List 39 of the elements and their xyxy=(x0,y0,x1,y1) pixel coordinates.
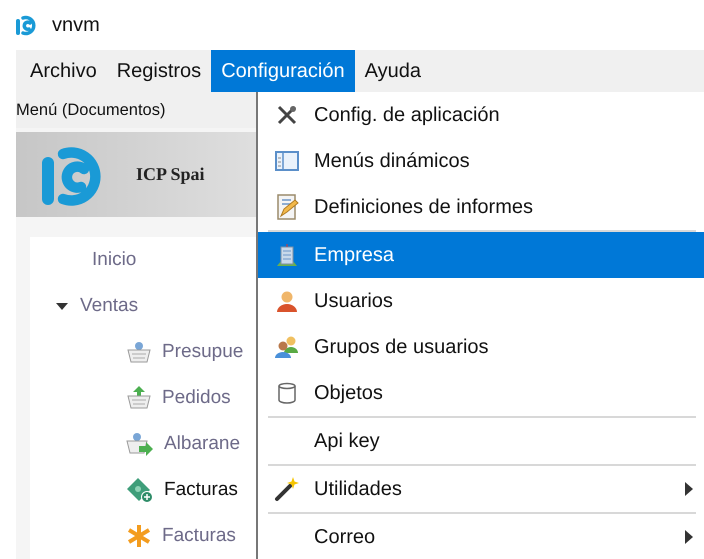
user-icon xyxy=(275,289,299,313)
notebook-pencil-icon xyxy=(275,194,299,220)
dropdown-item[interactable]: Empresa xyxy=(258,232,704,278)
tree-item[interactable]: Facturas xyxy=(162,525,236,547)
dropdown-item[interactable]: Menús dinámicos xyxy=(258,138,704,184)
menu-item[interactable]: Registros xyxy=(106,50,212,92)
users-icon xyxy=(274,335,300,359)
dropdown-item[interactable]: Utilidades xyxy=(258,466,704,512)
window-icon xyxy=(275,150,299,172)
tree-item[interactable]: Facturas xyxy=(164,479,238,501)
basket-icon xyxy=(126,340,152,364)
basket-up-arrow-icon xyxy=(126,386,152,410)
tree-item[interactable]: Pedidos xyxy=(162,387,231,409)
dropdown-item[interactable]: Correo xyxy=(258,514,704,559)
dropdown-item[interactable]: Definiciones de informes xyxy=(258,184,704,230)
tree-item[interactable]: Ventas xyxy=(80,295,138,317)
dropdown-item[interactable]: Objetos xyxy=(258,370,704,416)
dropdown-item[interactable]: Api key xyxy=(258,418,704,464)
tools-icon xyxy=(276,104,298,126)
menu-item[interactable]: Ayuda xyxy=(354,50,431,92)
tree-item[interactable]: Presupue xyxy=(162,341,244,363)
dropdown-item[interactable]: Config. de aplicación xyxy=(258,92,704,138)
menu-item[interactable]: Archivo xyxy=(20,50,107,92)
tree-item[interactable]: Inicio xyxy=(92,249,136,271)
window-title: vnvm xyxy=(52,14,100,36)
dropdown-item[interactable]: Grupos de usuarios xyxy=(258,324,704,370)
expanded-arrow-icon[interactable] xyxy=(54,300,70,312)
company-name: ICP Spai xyxy=(136,164,205,186)
menu-item[interactable]: Configuración xyxy=(211,50,355,92)
building-icon xyxy=(275,243,299,267)
banknote-plus-icon xyxy=(126,477,154,503)
magic-wand-icon xyxy=(274,476,300,502)
app-logo-icon xyxy=(14,13,38,37)
tree-item[interactable]: Albarane xyxy=(164,433,240,455)
asterisk-icon xyxy=(126,524,152,548)
panel-title: Menú (Documentos) xyxy=(16,92,256,128)
basket-right-arrow-icon xyxy=(126,432,154,456)
cylinder-icon xyxy=(277,382,297,404)
dropdown-item[interactable]: Usuarios xyxy=(258,278,704,324)
